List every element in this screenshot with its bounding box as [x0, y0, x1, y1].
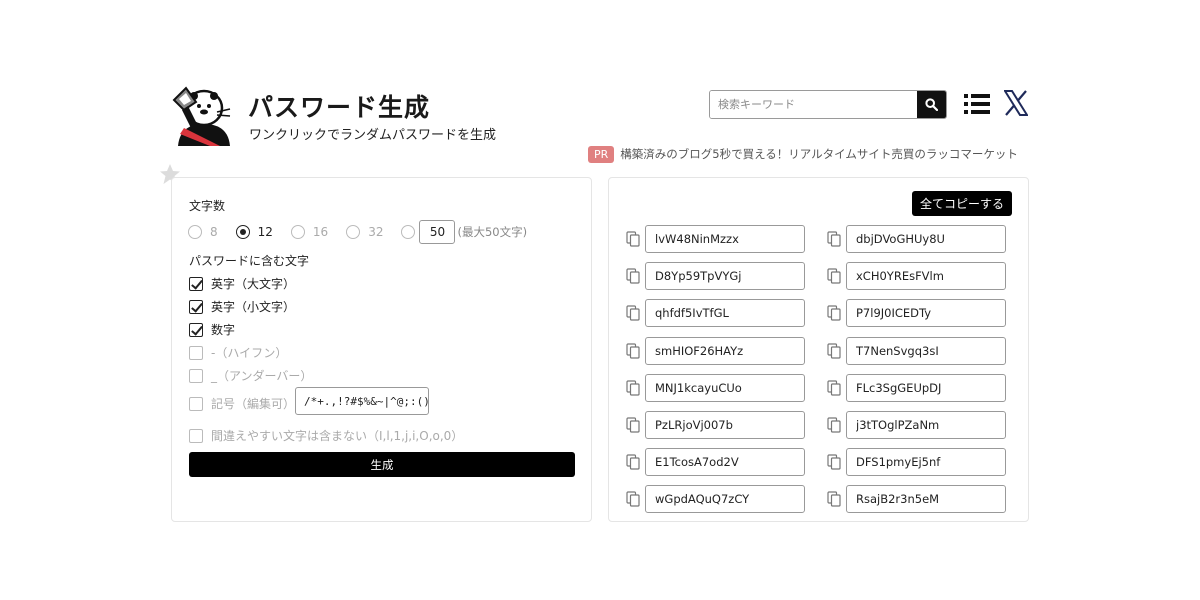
generate-button[interactable]: 生成: [189, 452, 575, 477]
checkbox-box: [189, 396, 203, 411]
checkbox-box: [189, 299, 203, 314]
copy-icon[interactable]: [626, 380, 640, 396]
digits-checkbox[interactable]: 数字: [189, 321, 235, 338]
password-field[interactable]: [846, 225, 1006, 253]
copy-icon[interactable]: [827, 380, 841, 396]
checkbox-label: 記号（編集可）: [211, 397, 296, 411]
length-option-label: 16: [312, 225, 329, 239]
copy-icon[interactable]: [626, 417, 640, 433]
copy-icon[interactable]: [626, 231, 640, 247]
copy-all-button[interactable]: 全てコピーする: [912, 191, 1012, 216]
radio-circle: [346, 225, 361, 239]
list-menu-icon[interactable]: [964, 93, 990, 115]
exclude-ambiguous-checkbox[interactable]: 間違えやすい文字は含まない（I,l,1,j,i,O,o,0）: [189, 427, 463, 444]
pr-link[interactable]: PR 構築済みのブログ5秒で買える！リアルタイムサイト売買のラッコマーケット: [588, 144, 1030, 164]
radio-circle: [401, 225, 416, 239]
symbols-checkbox[interactable]: 記号（編集可）: [189, 395, 295, 412]
password-field[interactable]: [645, 485, 805, 514]
password-field[interactable]: [645, 262, 805, 291]
checkbox-box: [189, 368, 203, 383]
uppercase-checkbox[interactable]: 英字（大文字）: [189, 275, 295, 292]
page-subtitle: ワンクリックでランダムパスワードを生成: [249, 128, 497, 143]
length-option-label: 32: [368, 225, 384, 239]
radio-circle: [188, 225, 202, 239]
password-field[interactable]: [846, 485, 1006, 514]
length-radio-16[interactable]: 16: [290, 225, 329, 239]
copy-icon[interactable]: [827, 417, 841, 433]
pr-badge: PR: [588, 145, 615, 163]
checkbox-box: [189, 322, 203, 337]
checkbox-box: [189, 345, 203, 360]
symbols-input[interactable]: [295, 387, 429, 415]
checkbox-box: [189, 428, 203, 443]
length-radio-8[interactable]: 8: [188, 225, 218, 239]
settings-panel: 文字数 8 12 16 32 (最大50文字) パスワードに含む文字 英字（大文…: [171, 177, 592, 522]
custom-length-hint: (最大50文字): [457, 225, 528, 239]
password-field[interactable]: [645, 411, 805, 439]
length-radio-group: 8 12 16 32 (最大50文字): [188, 220, 528, 244]
password-field[interactable]: [846, 299, 1006, 328]
custom-length-input[interactable]: [419, 220, 456, 244]
copy-icon[interactable]: [626, 305, 640, 321]
length-option-label: 8: [210, 225, 218, 239]
password-field[interactable]: [645, 299, 805, 328]
checkbox-label: 間違えやすい文字は含まない（I,l,1,j,i,O,o,0）: [211, 429, 464, 443]
copy-icon[interactable]: [827, 491, 841, 507]
underscore-checkbox[interactable]: _（アンダーバー）: [189, 367, 312, 384]
search-icon: [925, 98, 938, 111]
copy-icon[interactable]: [827, 305, 841, 321]
page-title: パスワード生成: [248, 93, 431, 122]
checkbox-label: _（アンダーバー）: [211, 369, 313, 383]
search-box: [709, 90, 947, 119]
copy-icon[interactable]: [626, 491, 640, 507]
search-button[interactable]: [917, 91, 946, 118]
copy-icon[interactable]: [827, 231, 841, 247]
password-field[interactable]: [645, 448, 805, 477]
checkbox-label: 英字（大文字）: [211, 277, 296, 291]
copy-icon[interactable]: [626, 268, 640, 284]
hyphen-checkbox[interactable]: -（ハイフン）: [189, 344, 287, 361]
length-radio-12[interactable]: 12: [235, 225, 273, 239]
password-field[interactable]: [846, 411, 1006, 439]
include-label: パスワードに含む文字: [189, 254, 310, 268]
pr-text: 構築済みのブログ5秒で買える！リアルタイムサイト売買のラッコマーケット: [620, 147, 1018, 161]
length-option-label: 12: [257, 225, 273, 239]
radio-circle: [290, 225, 305, 239]
copy-icon[interactable]: [827, 454, 841, 470]
checkbox-label: -（ハイフン）: [211, 346, 288, 360]
x-logo-icon[interactable]: [1004, 90, 1028, 116]
password-field[interactable]: [846, 373, 1006, 402]
copy-icon[interactable]: [626, 454, 640, 470]
otter-mascot-logo[interactable]: [170, 84, 236, 146]
checkbox-box: [189, 276, 203, 291]
checkbox-label: 数字: [211, 323, 236, 337]
radio-circle: [235, 225, 250, 239]
copy-icon[interactable]: [626, 342, 640, 359]
password-field[interactable]: [846, 336, 1006, 365]
search-input[interactable]: [710, 91, 918, 118]
lowercase-checkbox[interactable]: 英字（小文字）: [189, 298, 295, 315]
results-panel: 全てコピーする: [608, 177, 1029, 522]
password-field[interactable]: [846, 448, 1006, 477]
checkbox-label: 英字（小文字）: [211, 300, 296, 314]
password-field[interactable]: [846, 262, 1006, 291]
length-radio-32[interactable]: 32: [346, 225, 383, 239]
copy-icon[interactable]: [827, 342, 841, 359]
password-field[interactable]: [645, 225, 805, 253]
length-label: 文字数: [189, 199, 226, 213]
copy-icon[interactable]: [827, 268, 841, 284]
password-field[interactable]: [645, 336, 805, 365]
password-field[interactable]: [645, 373, 805, 402]
